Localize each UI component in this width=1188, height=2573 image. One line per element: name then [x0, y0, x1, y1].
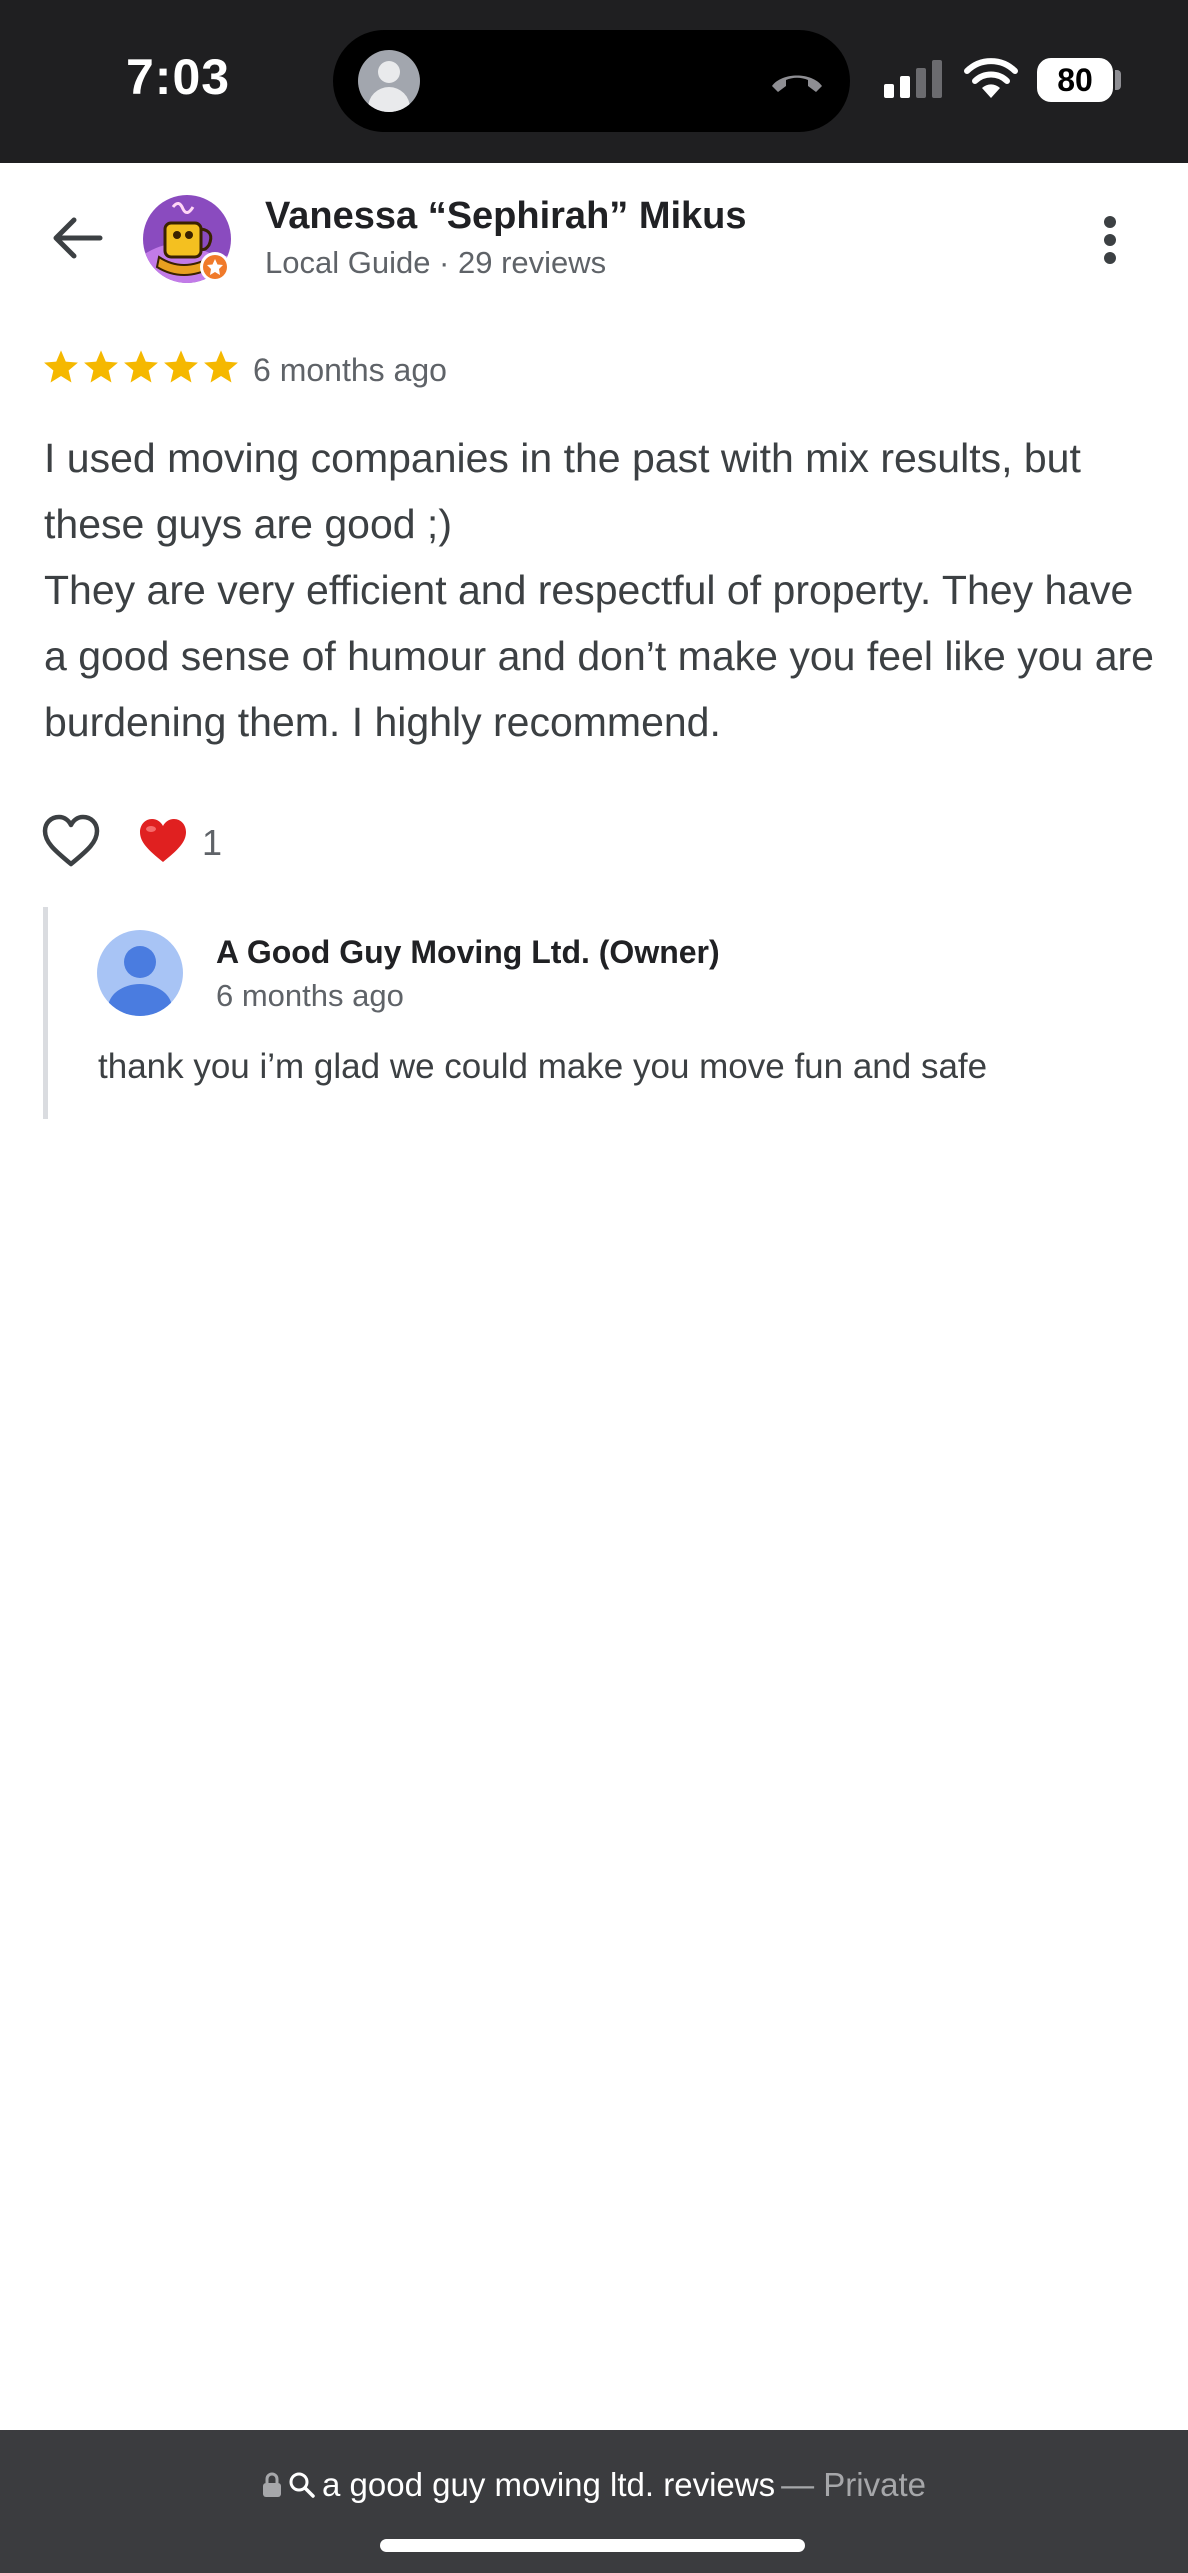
owner-avatar — [97, 930, 183, 1016]
search-icon — [289, 2472, 315, 2498]
review-text: I used moving companies in the past with… — [44, 425, 1154, 755]
back-arrow-icon[interactable] — [48, 208, 108, 268]
battery-level: 80 — [1057, 62, 1093, 98]
heart-reaction-icon[interactable] — [137, 816, 189, 866]
status-time: 7:03 — [126, 49, 231, 105]
reviewer-avatar[interactable] — [143, 195, 231, 283]
review-paragraph: I used moving companies in the past with… — [44, 435, 1081, 547]
home-indicator[interactable] — [380, 2539, 805, 2552]
review-date: 6 months ago — [253, 352, 447, 388]
reaction-count: 1 — [202, 822, 223, 863]
status-bar: 7:03 80 — [0, 0, 1188, 163]
star-icon — [204, 350, 238, 383]
dynamic-island[interactable] — [333, 30, 850, 132]
owner-reply-text: thank you i’m glad we could make you mov… — [98, 1047, 988, 1086]
reviewer-meta: Local Guide · 29 reviews — [265, 245, 607, 280]
star-icon — [44, 350, 78, 383]
url-area[interactable]: a good guy moving ltd. reviews — Private — [0, 2460, 1188, 2510]
hang-up-icon — [772, 75, 822, 92]
star-icon — [84, 350, 118, 383]
owner-reply-date: 6 months ago — [216, 978, 404, 1013]
owner-name: A Good Guy Moving Ltd. (Owner) — [216, 934, 720, 970]
cellular-signal-icon — [884, 60, 942, 98]
heart-outline-icon[interactable] — [40, 812, 102, 870]
battery-cap — [1115, 70, 1121, 90]
private-mode-label: — Private — [781, 2466, 926, 2503]
star-rating — [42, 348, 240, 392]
star-icon — [124, 350, 158, 383]
browser-address-bar[interactable]: a good guy moving ltd. reviews — Private — [0, 2430, 1188, 2573]
battery-icon: 80 — [1037, 58, 1113, 102]
review-paragraph: They are very efficient and respectful o… — [44, 567, 1154, 745]
caller-avatar-icon — [358, 50, 420, 112]
reviewer-name[interactable]: Vanessa “Sephirah” Mikus — [265, 195, 747, 238]
more-vert-icon[interactable] — [1090, 210, 1130, 270]
owner-reply: A Good Guy Moving Ltd. (Owner) 6 months … — [43, 907, 1153, 1119]
star-icon — [164, 350, 198, 383]
url-text: a good guy moving ltd. reviews — [322, 2466, 776, 2503]
review-detail-page: 7:03 80 Vanessa “Sephirah” Mikus Local G… — [0, 0, 1188, 2573]
wifi-icon — [964, 58, 1018, 98]
lock-icon — [263, 2472, 282, 2497]
